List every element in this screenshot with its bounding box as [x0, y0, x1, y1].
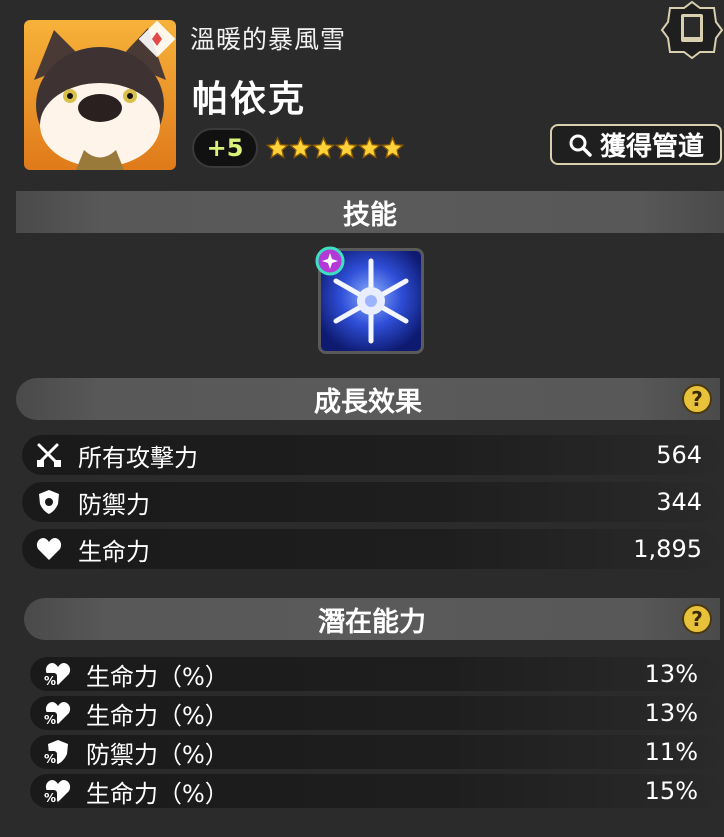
potential-label: 生命力（%） — [86, 779, 229, 808]
character-name: 帕依克 — [192, 79, 307, 120]
growth-stat-list: 所有攻擊力 564 防禦力 344 生命力 1,895 — [22, 435, 720, 569]
enhance-level-badge: +5 — [192, 128, 258, 168]
potential-stat-list: % 生命力（%） 13% % 生命力（%） 13% % 防禦力（%） 11% %… — [30, 657, 720, 808]
potential-label: 生命力（%） — [86, 662, 229, 691]
potential-value: 13% — [644, 699, 698, 727]
star-rating — [266, 136, 404, 162]
star-icon — [312, 136, 335, 159]
growth-section-title: 成長效果 — [314, 386, 422, 418]
stat-row-defense: 防禦力 344 — [22, 482, 720, 522]
acquisition-source-button[interactable]: 獲得管道 — [550, 124, 722, 165]
potential-value: 13% — [644, 660, 698, 688]
character-subtitle: 溫暖的暴風雪 — [190, 25, 347, 54]
potential-section-title: 潛在能力 — [318, 606, 426, 638]
heart-percent-icon: % — [42, 659, 72, 689]
potential-help-button[interactable]: ? — [682, 604, 712, 634]
svg-text:%: % — [44, 713, 56, 726]
stat-label: 生命力 — [78, 537, 150, 566]
stat-label: 防禦力 — [78, 490, 150, 519]
enhance-level-text: +5 — [206, 134, 244, 162]
star-icon — [266, 136, 289, 159]
heart-percent-icon: % — [42, 698, 72, 728]
skill-element-badge — [315, 246, 345, 276]
help-icon: ? — [691, 607, 703, 631]
potential-value: 11% — [644, 738, 698, 766]
star-icon — [358, 136, 381, 159]
stat-value: 564 — [656, 441, 702, 469]
help-icon: ? — [691, 387, 703, 411]
potential-row: % 生命力（%） 13% — [30, 696, 720, 730]
stat-value: 1,895 — [633, 535, 702, 563]
potential-label: 防禦力（%） — [86, 740, 229, 769]
growth-help-button[interactable]: ? — [682, 384, 712, 414]
shield-percent-icon: % — [42, 737, 72, 767]
acquisition-source-label: 獲得管道 — [599, 132, 704, 162]
star-icon — [335, 136, 358, 159]
stat-row-hp: 生命力 1,895 — [22, 529, 720, 569]
potential-label: 生命力（%） — [86, 701, 229, 730]
svg-text:%: % — [44, 791, 56, 804]
stat-row-attack: 所有攻擊力 564 — [22, 435, 720, 475]
potential-value: 15% — [644, 777, 698, 805]
star-icon — [381, 136, 404, 159]
heart-icon — [34, 534, 64, 564]
heart-percent-icon: % — [42, 776, 72, 806]
stat-value: 344 — [656, 488, 702, 516]
svg-text:%: % — [44, 752, 56, 765]
book-button[interactable] — [660, 0, 724, 60]
skill-section-header: 技能 — [16, 191, 724, 233]
potential-section-header: 潛在能力 ? — [24, 598, 720, 640]
star-icon — [289, 136, 312, 159]
potential-row: % 防禦力（%） 11% — [30, 735, 720, 769]
growth-section-header: 成長效果 ? — [16, 378, 720, 420]
potential-row: % 生命力（%） 13% — [30, 657, 720, 691]
shield-icon — [34, 487, 64, 517]
stat-label: 所有攻擊力 — [78, 443, 198, 472]
character-portrait — [24, 20, 176, 170]
crossed-swords-icon — [34, 440, 64, 470]
svg-text:%: % — [44, 674, 56, 687]
book-icon — [660, 0, 724, 60]
search-icon — [569, 134, 592, 157]
potential-row: % 生命力（%） 15% — [30, 774, 720, 808]
skill-section-title: 技能 — [343, 199, 397, 231]
